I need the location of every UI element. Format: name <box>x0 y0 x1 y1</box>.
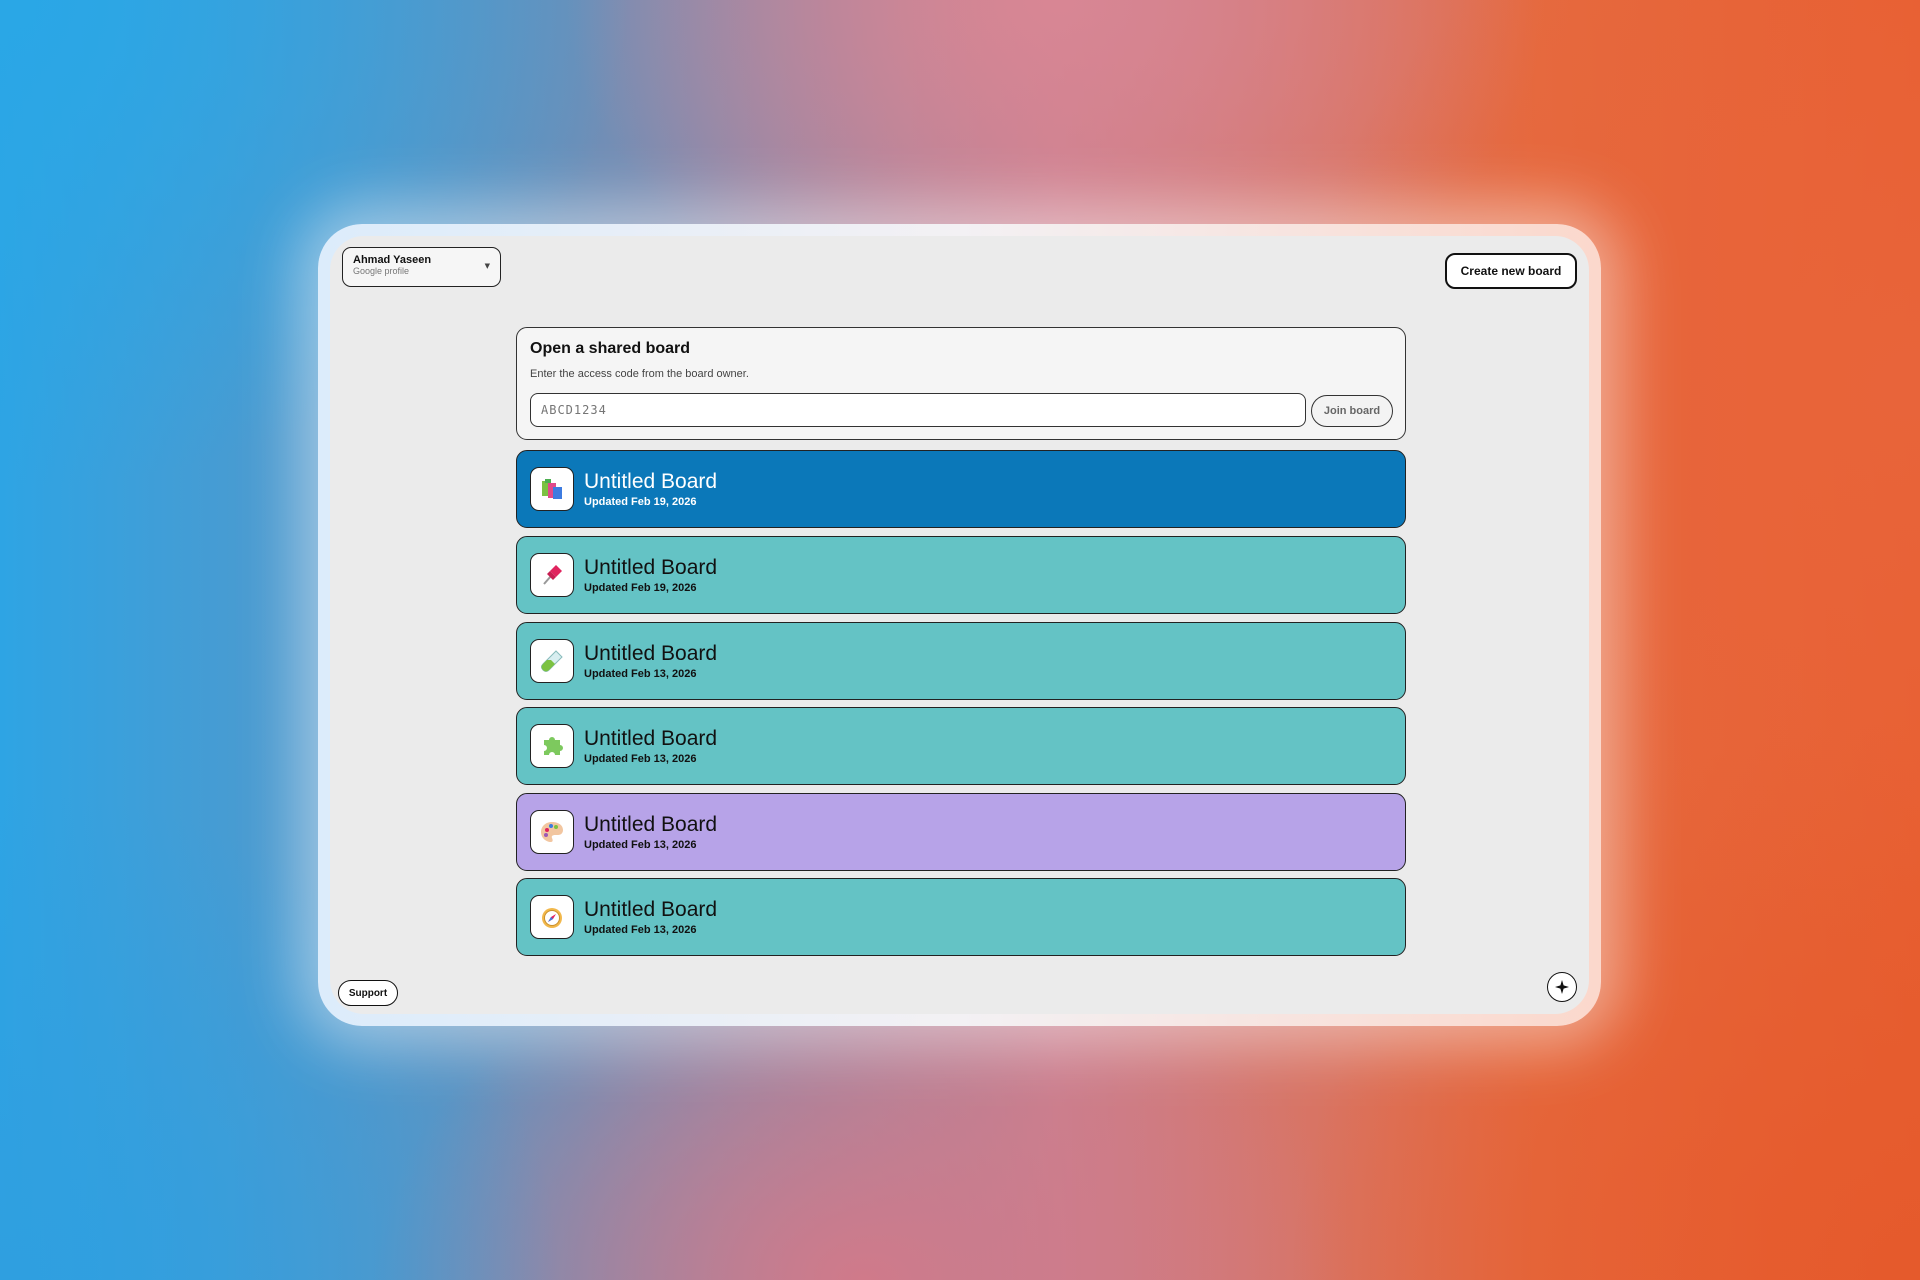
board-updated: Updated Feb 13, 2026 <box>584 923 697 936</box>
profile-subtitle: Google profile <box>353 266 410 276</box>
board-card[interactable]: Untitled Board Updated Feb 13, 2026 <box>516 793 1406 871</box>
puzzle-icon <box>530 724 574 768</box>
shared-board-description: Enter the access code from the board own… <box>530 368 749 380</box>
profile-dropdown[interactable]: Ahmad Yaseen Google profile ▼ <box>342 247 501 287</box>
app-screen: Ahmad Yaseen Google profile ▼ Create new… <box>330 236 1589 1014</box>
board-updated: Updated Feb 13, 2026 <box>584 838 697 851</box>
chevron-down-icon: ▼ <box>484 262 490 270</box>
device-frame: Ahmad Yaseen Google profile ▼ Create new… <box>318 224 1601 1026</box>
profile-name: Ahmad Yaseen <box>353 254 432 266</box>
access-code-input[interactable] <box>530 393 1306 427</box>
board-title: Untitled Board <box>584 469 718 493</box>
shared-board-title: Open a shared board <box>530 340 691 357</box>
create-new-board-button[interactable]: Create new board <box>1445 253 1577 289</box>
join-board-button[interactable]: Join board <box>1311 395 1393 427</box>
board-updated: Updated Feb 13, 2026 <box>584 667 697 680</box>
compass-icon <box>530 895 574 939</box>
board-card[interactable]: Untitled Board Updated Feb 13, 2026 <box>516 707 1406 785</box>
board-card[interactable]: Untitled Board Updated Feb 19, 2026 <box>516 536 1406 614</box>
board-updated: Updated Feb 19, 2026 <box>584 495 697 508</box>
shared-board-panel: Open a shared board Enter the access cod… <box>516 327 1406 440</box>
board-title: Untitled Board <box>584 641 718 665</box>
sparkle-icon[interactable] <box>1547 972 1577 1002</box>
board-updated: Updated Feb 19, 2026 <box>584 581 697 594</box>
board-title: Untitled Board <box>584 812 718 836</box>
palette-icon <box>530 810 574 854</box>
pushpin-icon <box>530 553 574 597</box>
board-card[interactable]: Untitled Board Updated Feb 13, 2026 <box>516 878 1406 956</box>
board-updated: Updated Feb 13, 2026 <box>584 752 697 765</box>
board-title: Untitled Board <box>584 555 718 579</box>
board-card[interactable]: Untitled Board Updated Feb 13, 2026 <box>516 622 1406 700</box>
test-tube-icon <box>530 639 574 683</box>
support-button[interactable]: Support <box>338 980 398 1006</box>
books-icon <box>530 467 574 511</box>
board-title: Untitled Board <box>584 897 718 921</box>
board-title: Untitled Board <box>584 726 718 750</box>
board-card[interactable]: Untitled Board Updated Feb 19, 2026 <box>516 450 1406 528</box>
